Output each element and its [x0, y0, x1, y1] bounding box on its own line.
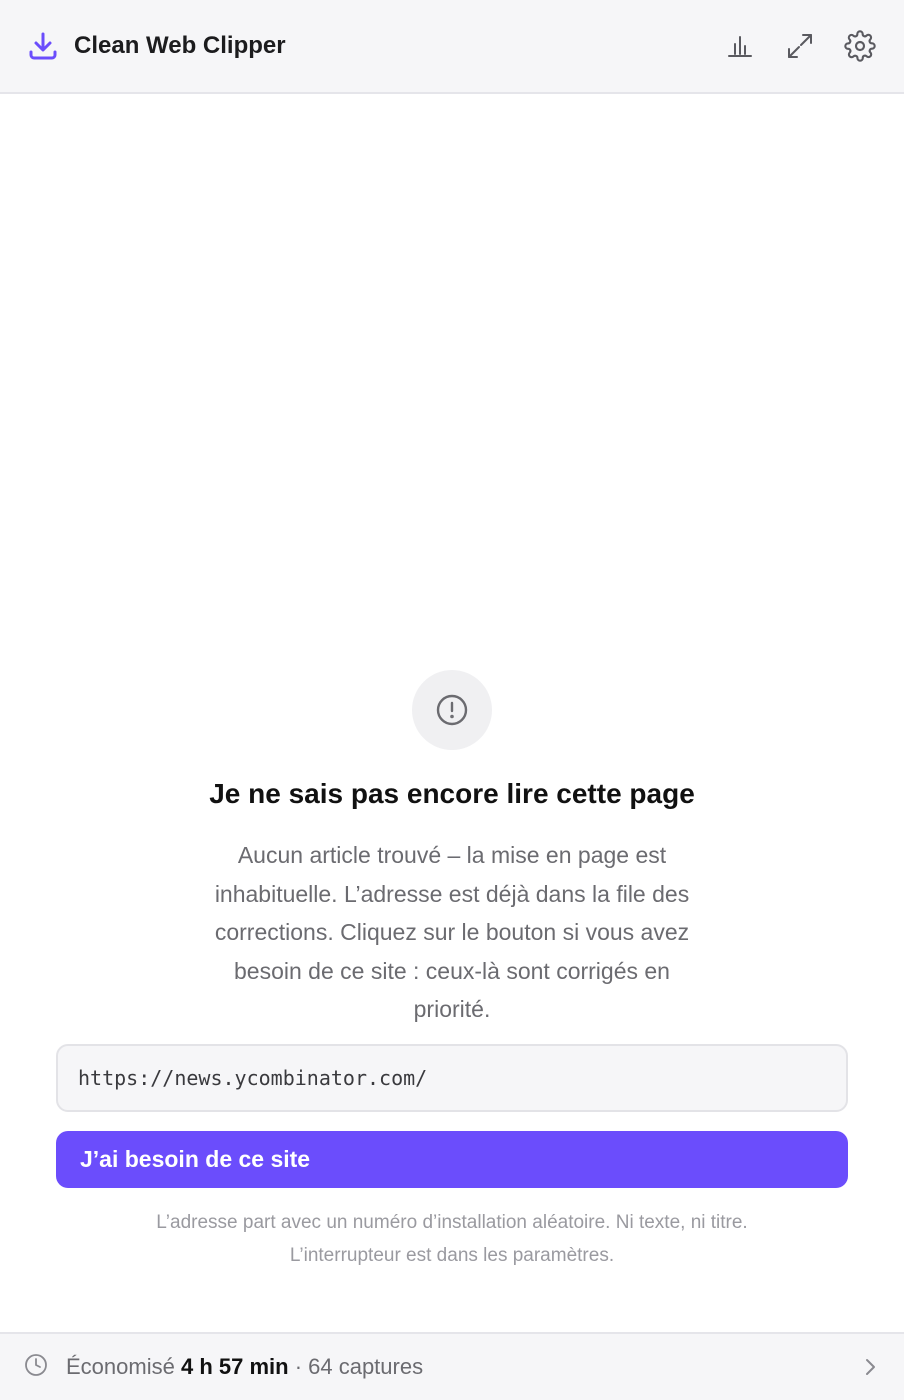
download-icon [28, 31, 58, 61]
privacy-note: L’adresse part avec un numéro d’installa… [0, 1206, 904, 1272]
privacy-note-line: L’adresse part avec un numéro d’installa… [156, 1212, 748, 1233]
settings-icon[interactable] [844, 30, 876, 62]
captures-count: · 64 captures [294, 1354, 424, 1379]
unsupported-page-state: Je ne sais pas encore lire cette page Au… [0, 670, 904, 1029]
privacy-note-line: L’interrupteur est dans les paramètres. [289, 1245, 615, 1266]
savings-label: Économisé [66, 1354, 175, 1379]
header-actions [724, 30, 876, 62]
clock-icon [24, 1353, 48, 1382]
saved-time: 4 h 57 min [180, 1354, 289, 1379]
need-this-site-button[interactable]: J’ai besoin de ce site [56, 1131, 848, 1188]
savings-summary: Économisé 4 h 57 min · 64 captures [66, 1354, 423, 1380]
stats-icon[interactable] [724, 30, 756, 62]
chevron-right-icon [860, 1357, 880, 1377]
app-header: Clean Web Clipper [0, 0, 904, 94]
state-description: Aucun article trouvé – la mise en page e… [214, 842, 690, 1022]
app-title: Clean Web Clipper [74, 32, 286, 59]
expand-icon[interactable] [784, 30, 816, 62]
clipper-panel: Clean Web Clipper Je ne sais pas encore … [0, 0, 904, 1400]
alert-circle-icon [412, 670, 492, 750]
state-title: Je ne sais pas encore lire cette page [209, 778, 695, 809]
savings-footer[interactable]: Économisé 4 h 57 min · 64 captures [0, 1332, 904, 1400]
url-field[interactable]: https://news.ycombinator.com/ [56, 1044, 848, 1112]
